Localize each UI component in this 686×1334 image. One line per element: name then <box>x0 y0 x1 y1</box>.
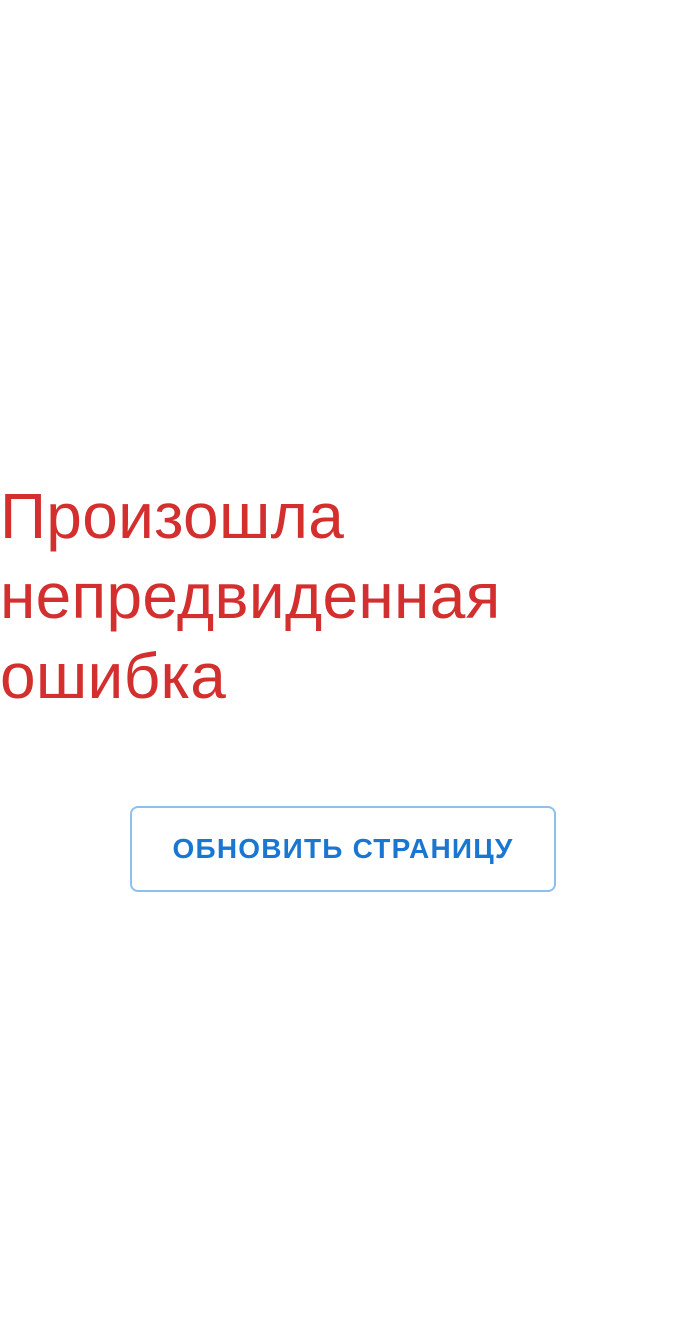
error-title: Произошла непредвиденная ошибка <box>0 480 501 712</box>
error-message-container: Произошла непредвиденная ошибка <box>0 476 686 716</box>
reload-page-button[interactable]: ОБНОВИТЬ СТРАНИЦУ <box>130 806 556 892</box>
